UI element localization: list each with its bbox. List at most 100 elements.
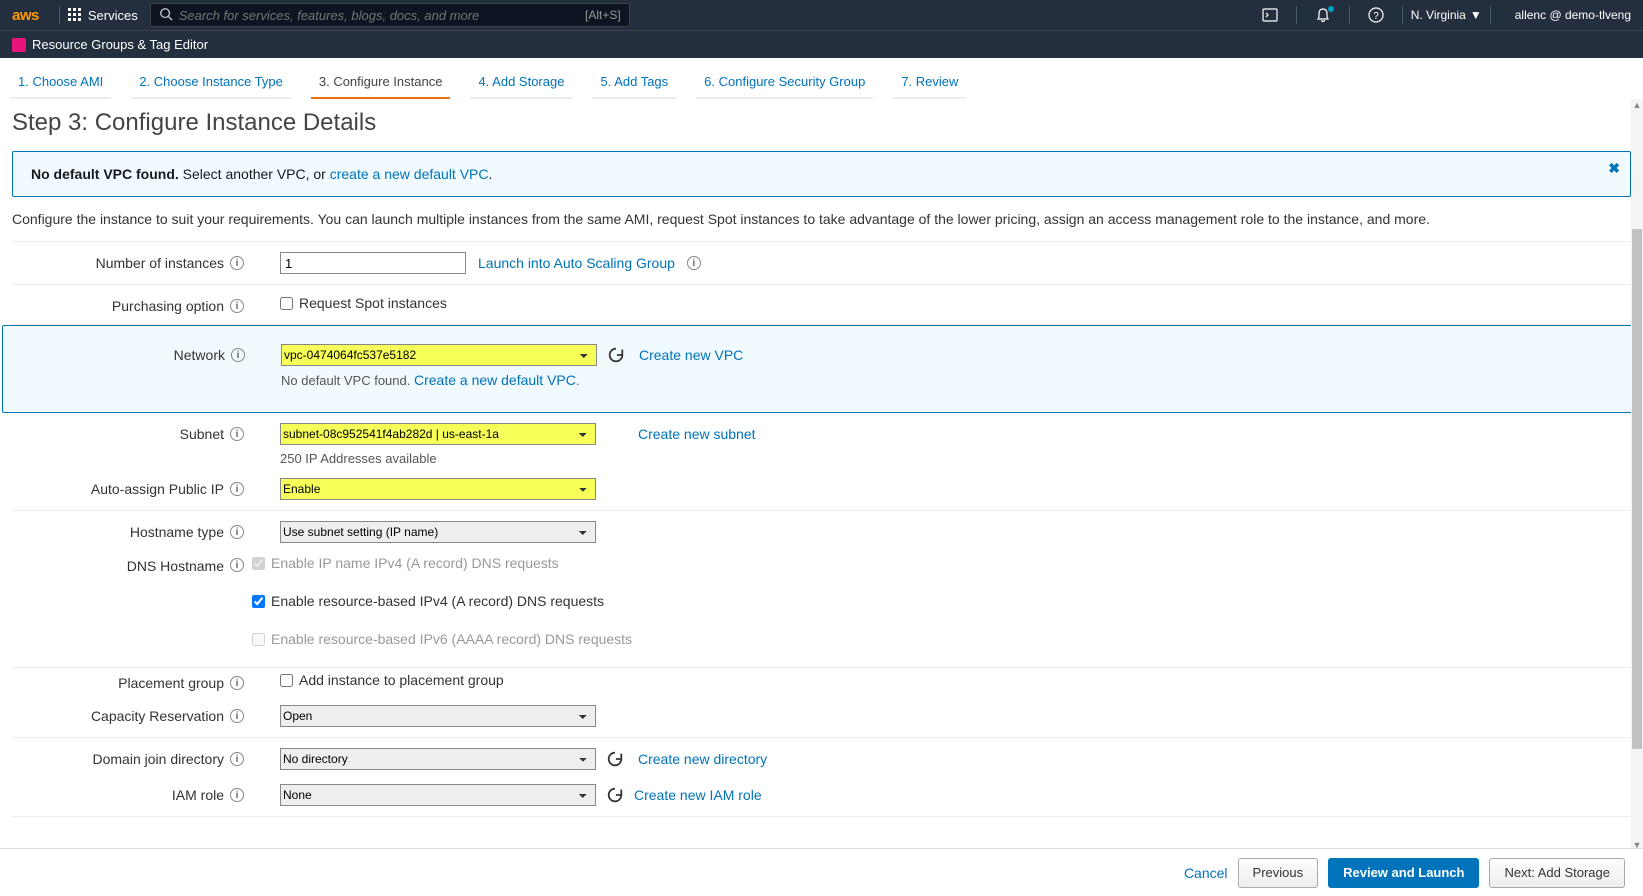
previous-button[interactable]: Previous [1238,858,1319,888]
global-header: aws Services [Alt+S] ? N. Virginia ▼ all… [0,0,1643,30]
service-name[interactable]: Resource Groups & Tag Editor [32,37,208,52]
close-icon[interactable]: ✖ [1608,160,1620,177]
auto-scaling-link[interactable]: Launch into Auto Scaling Group [478,255,675,271]
info-icon[interactable]: i [230,709,244,723]
dns-ipv4-ipname-checkbox [252,557,265,570]
notifications-icon[interactable] [1315,7,1331,23]
create-vpc-link[interactable]: Create new VPC [639,347,743,363]
refresh-icon[interactable] [606,750,624,768]
tab-choose-ami[interactable]: 1. Choose AMI [10,68,111,99]
search-shortcut: [Alt+S] [585,8,621,22]
num-instances-label: Number of instances [96,255,224,271]
domain-join-select[interactable]: No directory [280,748,596,770]
scrollbar-thumb[interactable] [1632,229,1642,749]
resource-groups-icon [12,38,26,52]
next-button[interactable]: Next: Add Storage [1489,858,1625,888]
account-menu[interactable]: allenc @ demo-tlveng [1515,8,1631,22]
page-title: Step 3: Configure Instance Details [12,109,1631,137]
scrollbar[interactable]: ▲ ▼ [1631,99,1643,851]
capacity-select[interactable]: Open [280,705,596,727]
refresh-icon[interactable] [606,786,624,804]
domain-join-label: Domain join directory [93,751,225,767]
services-menu[interactable]: Services [68,8,138,23]
dns-label: DNS Hostname [127,558,224,574]
region-selector[interactable]: N. Virginia ▼ [1411,8,1482,22]
caret-down-icon: ▼ [1470,8,1482,22]
dns-ipv4-ipname-checkbox-label: Enable IP name IPv4 (A record) DNS reque… [252,555,559,571]
notification-dot [1328,6,1334,12]
cancel-button[interactable]: Cancel [1184,865,1228,881]
search-icon [159,7,173,24]
iam-select[interactable]: None [280,784,596,806]
search-input[interactable] [179,8,585,23]
tab-add-storage[interactable]: 4. Add Storage [470,68,572,99]
divider [1296,6,1297,24]
review-launch-button[interactable]: Review and Launch [1328,858,1479,888]
hostname-select[interactable]: Use subnet setting (IP name) [280,521,596,543]
svg-text:?: ? [1373,11,1379,22]
alert-text: Select another VPC, or [183,166,330,182]
dns-ipv4-resource-checkbox[interactable] [252,595,265,608]
create-default-vpc-link-2[interactable]: Create a new default VPC [414,372,576,388]
info-icon[interactable]: i [230,788,244,802]
info-icon[interactable]: i [230,482,244,496]
vpc-alert: ✖ No default VPC found. Select another V… [12,151,1631,197]
tab-configure-instance[interactable]: 3. Configure Instance [311,68,451,99]
wizard-footer: Cancel Previous Review and Launch Next: … [0,848,1643,896]
info-icon[interactable]: i [230,427,244,441]
spot-checkbox-label[interactable]: Request Spot instances [280,295,447,311]
cloudshell-icon[interactable] [1262,7,1278,23]
create-subnet-link[interactable]: Create new subnet [638,426,756,442]
purchasing-label: Purchasing option [112,298,224,314]
create-default-vpc-link[interactable]: create a new default VPC [330,166,489,182]
auto-ip-select[interactable]: Enable [280,478,596,500]
info-icon[interactable]: i [230,752,244,766]
hostname-label: Hostname type [130,524,224,540]
capacity-label: Capacity Reservation [91,708,224,724]
wizard-tabs: 1. Choose AMI 2. Choose Instance Type 3.… [0,58,1643,99]
network-select[interactable]: vpc-0474064fc537e5182 [281,344,597,366]
spot-checkbox[interactable] [280,297,293,310]
alert-bold-text: No default VPC found. [31,166,179,182]
info-icon[interactable]: i [687,256,701,270]
tab-choose-instance-type[interactable]: 2. Choose Instance Type [131,68,291,99]
divider [1402,6,1403,24]
tab-review[interactable]: 7. Review [893,68,966,99]
info-icon[interactable]: i [231,348,245,362]
subnet-helper: 250 IP Addresses available [280,451,437,466]
info-icon[interactable]: i [230,299,244,313]
placement-checkbox-label[interactable]: Add instance to placement group [280,672,504,688]
num-instances-input[interactable] [280,252,466,274]
network-label: Network [174,347,225,363]
divider [59,6,60,24]
dns-ipv6-checkbox [252,633,265,646]
scroll-up-icon[interactable]: ▲ [1631,99,1643,111]
auto-ip-label: Auto-assign Public IP [91,481,224,497]
create-directory-link[interactable]: Create new directory [638,751,767,767]
network-highlighted-section: Network i vpc-0474064fc537e5182 Create n… [2,325,1634,413]
create-iam-link[interactable]: Create new IAM role [634,787,762,803]
placement-checkbox[interactable] [280,674,293,687]
services-label: Services [88,8,138,23]
info-icon[interactable]: i [230,558,244,572]
refresh-icon[interactable] [607,346,625,364]
dns-ipv6-checkbox-label: Enable resource-based IPv6 (AAAA record)… [252,631,632,647]
service-header: Resource Groups & Tag Editor [0,30,1643,58]
placement-label: Placement group [118,675,224,691]
dns-ipv4-resource-checkbox-label[interactable]: Enable resource-based IPv4 (A record) DN… [252,593,604,609]
info-icon[interactable]: i [230,525,244,539]
tab-configure-security-group[interactable]: 6. Configure Security Group [696,68,873,99]
divider [1490,6,1491,24]
aws-logo[interactable]: aws [12,7,39,24]
info-icon[interactable]: i [230,256,244,270]
divider [1349,6,1350,24]
global-search[interactable]: [Alt+S] [150,3,630,27]
info-icon[interactable]: i [230,676,244,690]
page-description: Configure the instance to suit your requ… [12,211,1631,227]
iam-label: IAM role [172,787,224,803]
help-icon[interactable]: ? [1368,7,1384,23]
network-helper-bold: No default VPC found. [281,373,410,388]
grid-icon [68,8,82,22]
subnet-select[interactable]: subnet-08c952541f4ab282d | us-east-1a [280,423,596,445]
tab-add-tags[interactable]: 5. Add Tags [592,68,676,99]
